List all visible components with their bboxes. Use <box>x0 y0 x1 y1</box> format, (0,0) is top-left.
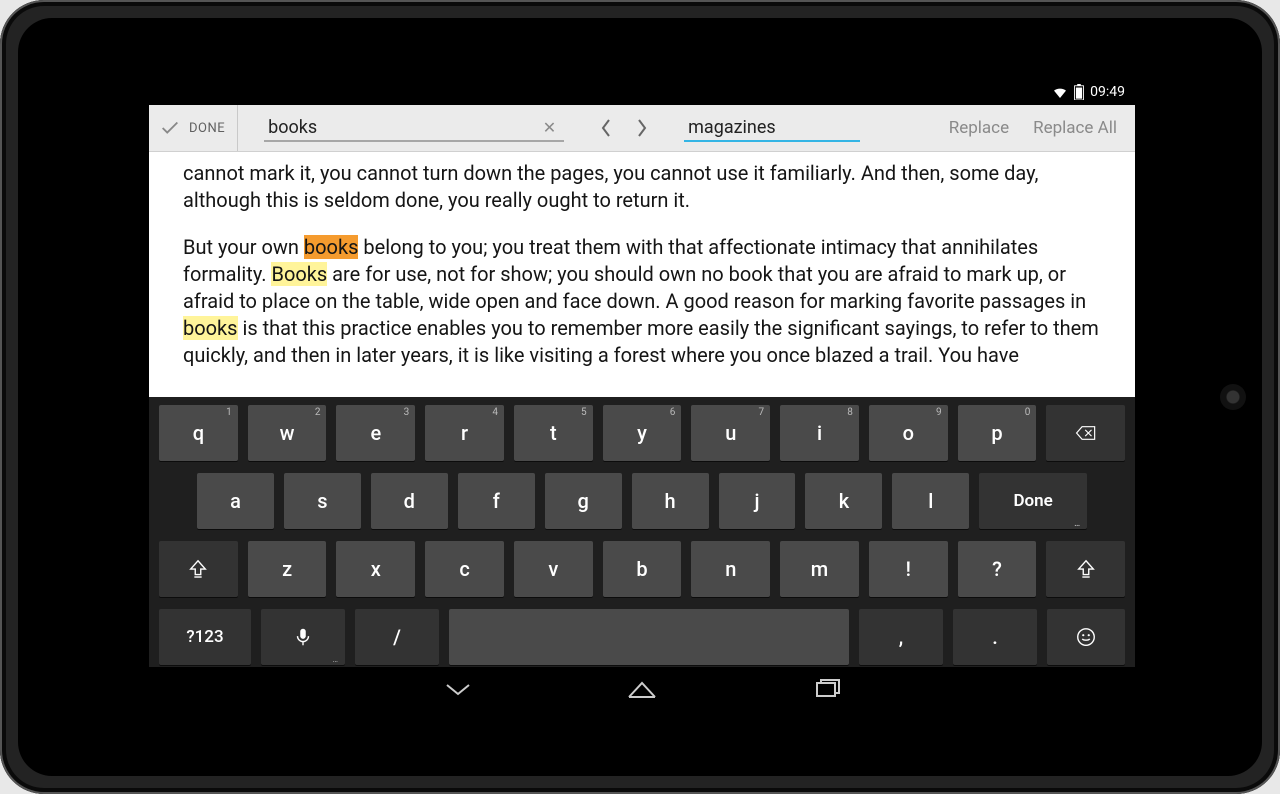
key-c[interactable]: c <box>425 541 504 597</box>
key-y[interactable]: 6y <box>603 405 682 461</box>
backspace-icon <box>1075 422 1097 444</box>
next-match-button[interactable] <box>624 110 660 146</box>
key-a[interactable]: a <box>197 473 274 529</box>
key-q[interactable]: 1q <box>159 405 238 461</box>
chevron-right-icon <box>636 118 648 138</box>
key-d[interactable]: d <box>371 473 448 529</box>
recent-apps-button[interactable] <box>809 677 843 705</box>
key-r[interactable]: 4r <box>425 405 504 461</box>
shift-key-left[interactable] <box>159 541 238 597</box>
shift-key-right[interactable] <box>1046 541 1125 597</box>
keyboard-row-2: a s d f g h j k l Done… <box>159 473 1125 529</box>
wifi-icon <box>1052 84 1068 100</box>
key-k[interactable]: k <box>805 473 882 529</box>
recent-apps-icon <box>809 677 843 701</box>
keyboard-row-4: ?123 … / , . <box>159 609 1125 665</box>
replace-all-button[interactable]: Replace All <box>1025 118 1125 138</box>
clear-icon[interactable]: ✕ <box>539 118 560 137</box>
key-h[interactable]: h <box>632 473 709 529</box>
chevron-down-icon <box>441 677 475 701</box>
screen: 09:49 DONE books ✕ magazines <box>149 79 1135 715</box>
key-j[interactable]: j <box>719 473 796 529</box>
status-time: 09:49 <box>1090 84 1125 100</box>
done-key[interactable]: Done… <box>979 473 1087 529</box>
document-body[interactable]: cannot mark it, you cannot turn down the… <box>149 152 1135 399</box>
key-period[interactable]: . <box>953 609 1037 665</box>
done-button[interactable]: DONE <box>159 105 238 151</box>
replace-input[interactable]: magazines <box>684 115 860 142</box>
soft-keyboard: 1q 2w 3e 4r 5t 6y 7u 8i 9o 0p a s d f g <box>149 397 1135 667</box>
search-match: Books <box>271 262 327 286</box>
replace-value: magazines <box>688 117 776 138</box>
mic-icon <box>292 626 314 648</box>
paragraph: cannot mark it, you cannot turn down the… <box>183 160 1101 214</box>
key-n[interactable]: n <box>691 541 770 597</box>
camera-dot <box>1220 384 1246 410</box>
shift-icon <box>1075 558 1097 580</box>
key-b[interactable]: b <box>603 541 682 597</box>
key-t[interactable]: 5t <box>514 405 593 461</box>
status-bar: 09:49 <box>149 79 1135 105</box>
space-key[interactable] <box>449 609 849 665</box>
chevron-left-icon <box>600 118 612 138</box>
paragraph: But your own books belong to you; you tr… <box>183 234 1101 369</box>
home-icon <box>625 677 659 701</box>
replace-button[interactable]: Replace <box>941 118 1017 138</box>
search-match: books <box>183 316 238 340</box>
symbols-key[interactable]: ?123 <box>159 609 251 665</box>
check-icon <box>159 117 181 139</box>
key-w[interactable]: 2w <box>248 405 327 461</box>
key-p[interactable]: 0p <box>958 405 1037 461</box>
done-label: DONE <box>189 121 225 136</box>
search-match-current: books <box>304 235 359 259</box>
key-l[interactable]: l <box>892 473 969 529</box>
keyboard-row-3: z x c v b n m ! ? <box>159 541 1125 597</box>
key-slash[interactable]: / <box>355 609 439 665</box>
key-v[interactable]: v <box>514 541 593 597</box>
key-f[interactable]: f <box>458 473 535 529</box>
key-i[interactable]: 8i <box>780 405 859 461</box>
key-s[interactable]: s <box>284 473 361 529</box>
backspace-key[interactable] <box>1046 405 1125 461</box>
key-comma[interactable]: , <box>859 609 943 665</box>
key-u[interactable]: 7u <box>691 405 770 461</box>
battery-icon <box>1074 84 1084 100</box>
key-z[interactable]: z <box>248 541 327 597</box>
search-input[interactable]: books ✕ <box>264 115 564 142</box>
key-m[interactable]: m <box>780 541 859 597</box>
smile-icon <box>1075 626 1097 648</box>
mic-key[interactable]: … <box>261 609 345 665</box>
hide-keyboard-button[interactable] <box>441 677 475 705</box>
key-exclaim[interactable]: ! <box>869 541 948 597</box>
system-nav-bar <box>149 667 1135 715</box>
home-button[interactable] <box>625 677 659 705</box>
emoji-key[interactable] <box>1047 609 1125 665</box>
keyboard-row-1: 1q 2w 3e 4r 5t 6y 7u 8i 9o 0p <box>159 405 1125 461</box>
search-value: books <box>268 117 317 138</box>
tablet-bezel: 09:49 DONE books ✕ magazines <box>0 0 1280 794</box>
key-x[interactable]: x <box>336 541 415 597</box>
key-o[interactable]: 9o <box>869 405 948 461</box>
key-e[interactable]: 3e <box>336 405 415 461</box>
prev-match-button[interactable] <box>588 110 624 146</box>
shift-icon <box>187 558 209 580</box>
key-g[interactable]: g <box>545 473 622 529</box>
find-replace-toolbar: DONE books ✕ magazines Replace Replace A… <box>149 105 1135 152</box>
key-question[interactable]: ? <box>958 541 1037 597</box>
